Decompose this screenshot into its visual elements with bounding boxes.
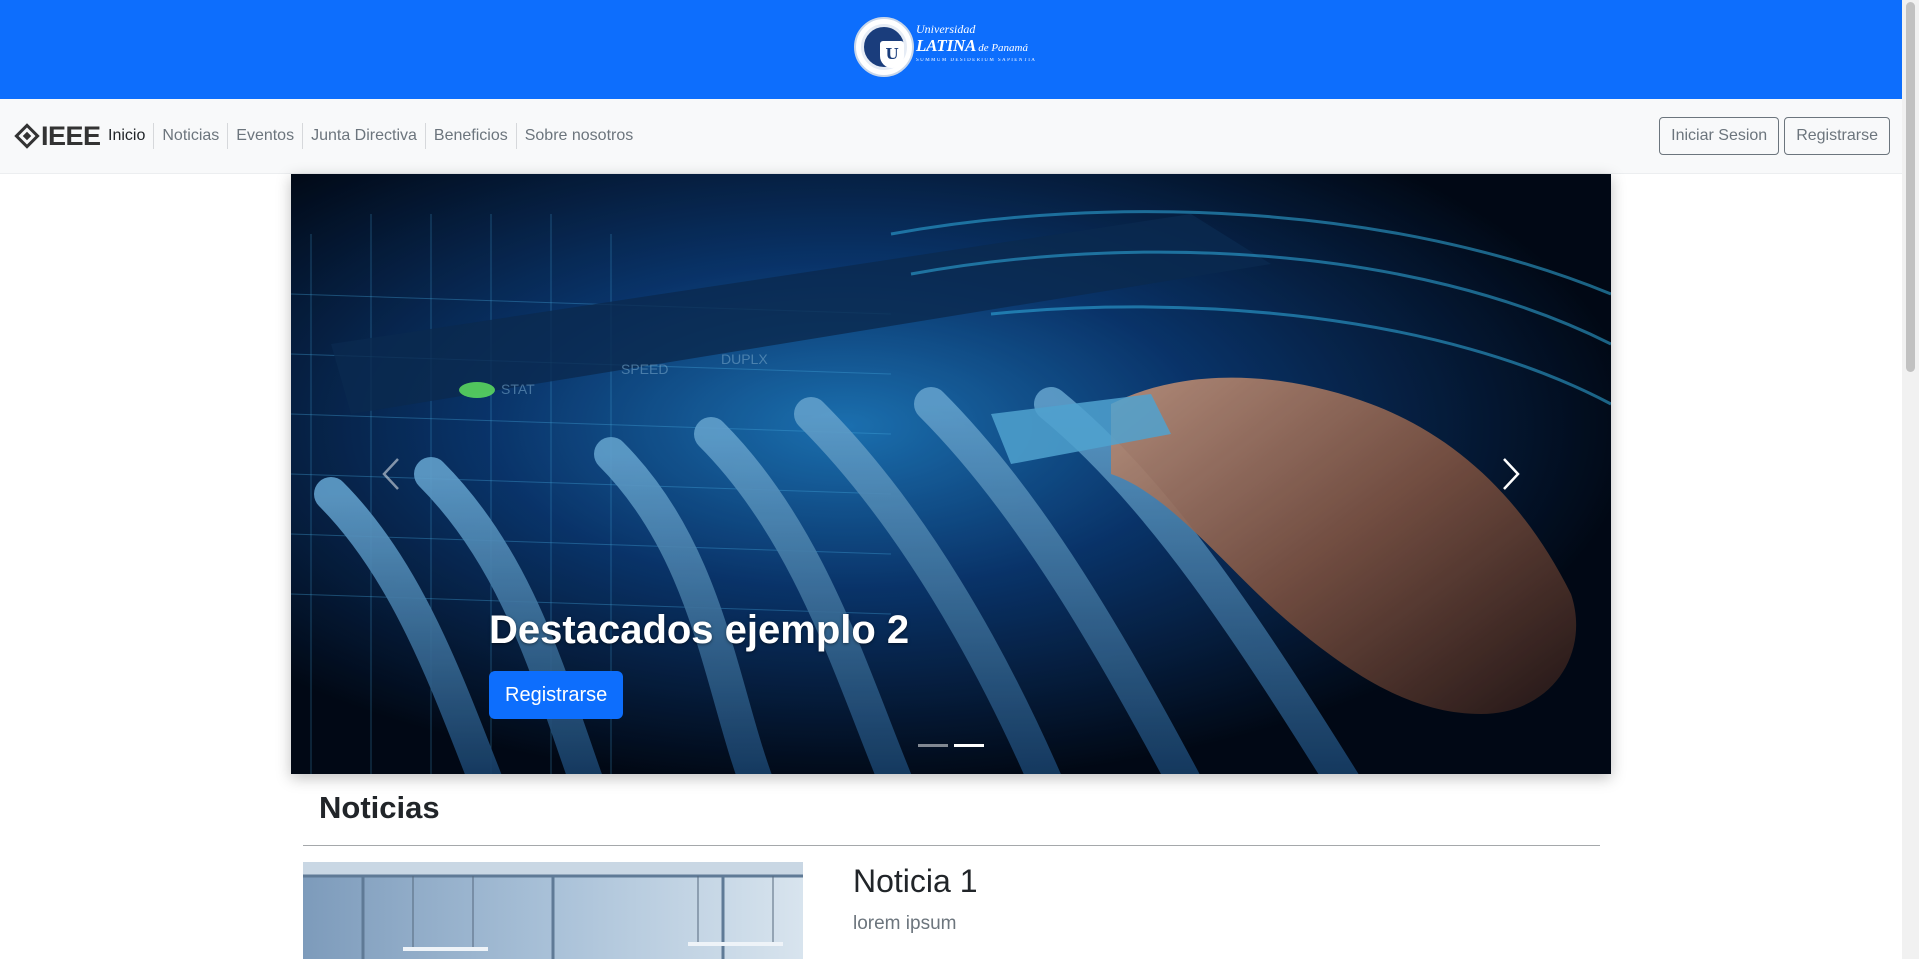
carousel-register-button[interactable]: Registrarse: [489, 671, 624, 719]
nav-link-beneficios[interactable]: Beneficios: [424, 123, 516, 149]
carousel-next-button[interactable]: [1491, 444, 1531, 504]
logo-line-1: Universidad: [916, 22, 976, 36]
university-seal-icon: U: [854, 17, 914, 77]
top-banner: U Universidad LATINA de Panamá SUMMUM DES…: [0, 0, 1902, 99]
news-divider: [303, 845, 1600, 846]
news-item-image[interactable]: [303, 862, 803, 959]
news-section-title: Noticias: [319, 790, 440, 825]
featured-carousel: STAT SPEED DUPLX Destacados ejemplo 2 Re…: [291, 174, 1611, 774]
auth-buttons: Iniciar Sesion Registrarse: [1659, 117, 1890, 155]
carousel-indicators: [918, 744, 984, 747]
scrollbar-thumb[interactable]: [1906, 2, 1915, 372]
nav-link-sobre-nosotros[interactable]: Sobre nosotros: [515, 123, 642, 149]
nav-link-noticias[interactable]: Noticias: [153, 123, 227, 149]
news-item-title[interactable]: Noticia 1: [853, 863, 978, 900]
carousel-indicator-1[interactable]: [918, 744, 948, 747]
nav-link-inicio[interactable]: Inicio: [100, 123, 153, 149]
nav-link-eventos[interactable]: Eventos: [227, 123, 302, 149]
nav-links: Inicio Noticias Eventos Junta Directiva …: [100, 123, 641, 149]
carousel-prev-button[interactable]: [371, 444, 411, 504]
chevron-right-icon: [1503, 458, 1520, 490]
nav-link-junta-directiva[interactable]: Junta Directiva: [302, 123, 425, 149]
university-logo-text: Universidad LATINA de Panamá SUMMUM DESID…: [916, 23, 1036, 63]
logo-motto: SUMMUM DESIDERIUM SAPIENTIA: [916, 58, 1037, 63]
chevron-left-icon: [382, 458, 399, 490]
university-logo[interactable]: U Universidad LATINA de Panamá SUMMUM DES…: [854, 17, 1044, 79]
login-button[interactable]: Iniciar Sesion: [1659, 117, 1780, 155]
ieee-brand[interactable]: IEEE: [14, 122, 101, 150]
brand-text: IEEE: [41, 121, 101, 151]
ieee-diamond-icon: [14, 123, 40, 149]
news-item-text: lorem ipsum: [853, 913, 957, 934]
main-navbar: IEEE Inicio Noticias Eventos Junta Direc…: [0, 99, 1902, 174]
logo-line-2b: de Panamá: [978, 42, 1028, 54]
carousel-indicator-2[interactable]: [954, 744, 984, 747]
logo-line-2: LATINA: [916, 36, 977, 55]
carousel-caption-title: Destacados ejemplo 2: [489, 608, 910, 652]
register-button[interactable]: Registrarse: [1784, 117, 1890, 155]
page-scrollbar[interactable]: [1902, 0, 1919, 959]
news-photo: [303, 862, 803, 959]
